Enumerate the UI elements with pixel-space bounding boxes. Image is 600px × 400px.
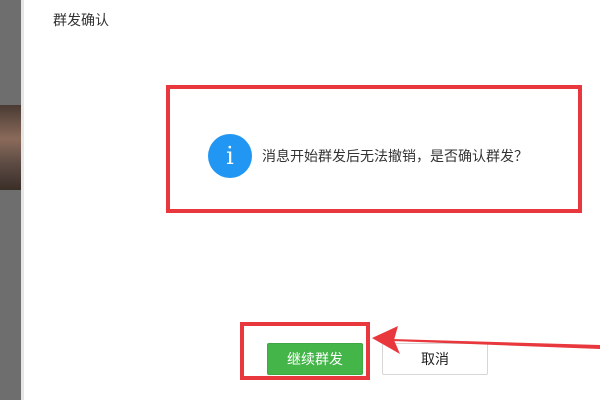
annotation-box-message [166, 85, 582, 213]
background-window [0, 0, 24, 400]
dialog-title: 群发确认 [53, 13, 109, 29]
annotation-box-button [240, 322, 370, 380]
cancel-button[interactable]: 取消 [382, 343, 488, 375]
